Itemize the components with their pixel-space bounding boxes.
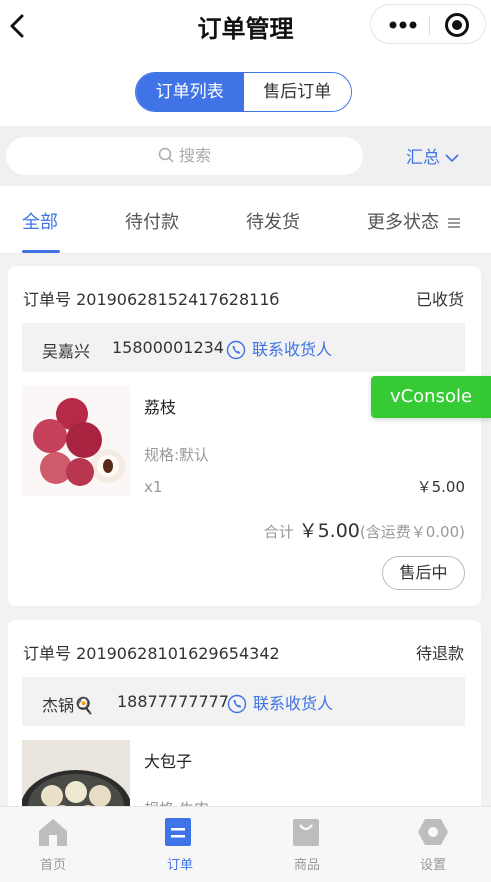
- product-image-lychee: [22, 386, 130, 496]
- home-icon: [39, 819, 67, 846]
- contact-receiver-link[interactable]: 联系收货人: [226, 336, 332, 361]
- aftersale-button[interactable]: 售后中: [382, 556, 465, 590]
- search-input[interactable]: 搜索: [6, 137, 363, 175]
- tab-more-status-label: 更多状态: [367, 212, 439, 233]
- total-label: 合计: [263, 523, 294, 541]
- tabbar-label: 商品: [293, 858, 320, 873]
- tabbar-item-products[interactable]: 商品: [246, 807, 368, 882]
- tab-pending-shipment[interactable]: 待发货: [246, 208, 300, 234]
- contact-receiver-link[interactable]: 联系收货人: [227, 690, 333, 715]
- tabbar-label: 首页: [39, 858, 66, 873]
- search-placeholder: 搜索: [179, 146, 212, 165]
- segment-area: 订单列表 售后订单: [0, 52, 491, 126]
- phone-icon: [226, 340, 246, 359]
- product-name: 荔枝: [144, 398, 177, 417]
- mini-program-capsule: [370, 4, 486, 44]
- order-number: 订单号 2019062815241762811б: [23, 290, 280, 309]
- product-spec: 规格:默认: [144, 446, 210, 464]
- receiver-phone: 18877777777: [117, 692, 229, 711]
- order-card[interactable]: 订单号 20190628101629654342 待退款 杰锅🍳 1887777…: [8, 620, 481, 820]
- nav-bar: 订单管理: [0, 0, 491, 52]
- order-total: 合计 ￥5.00(含运费￥0.00): [264, 516, 465, 543]
- segment-aftersale-orders[interactable]: 售后订单: [243, 73, 351, 111]
- search-area: 搜索 汇总: [0, 126, 491, 186]
- more-dots-icon[interactable]: [389, 21, 417, 29]
- contact-receiver-label: 联系收货人: [253, 694, 334, 713]
- summary-label: 汇总: [406, 148, 440, 168]
- receiver-row: 吴嘉兴 15800001234 联系收货人: [22, 323, 465, 372]
- capsule-divider: [429, 15, 430, 35]
- tabbar-item-settings[interactable]: 设置: [372, 807, 491, 882]
- tabbar-label: 订单: [166, 858, 193, 873]
- tabbar-item-home[interactable]: 首页: [0, 807, 114, 882]
- search-icon: [158, 147, 174, 163]
- vconsole-button[interactable]: vConsole: [371, 376, 491, 418]
- tab-pending-payment[interactable]: 待付款: [125, 208, 179, 234]
- receiver-name: 杰锅🍳: [42, 696, 94, 715]
- tabbar-item-orders[interactable]: 订单: [119, 807, 241, 882]
- menu-icon: [448, 218, 460, 228]
- segment-control: 订单列表 售后订单: [135, 72, 352, 112]
- phone-icon: [227, 694, 247, 713]
- segment-order-list[interactable]: 订单列表: [136, 73, 244, 111]
- order-number: 订单号 20190628101629654342: [23, 644, 280, 663]
- active-tab-indicator: [22, 250, 60, 253]
- receiver-row: 杰锅🍳 18877777777 联系收货人: [22, 677, 465, 726]
- product-quantity: x1: [144, 478, 163, 496]
- contact-receiver-label: 联系收货人: [252, 340, 333, 359]
- order-status: 已收货: [415, 290, 464, 309]
- order-card[interactable]: 订单号 2019062815241762811б 已收货 吴嘉兴 1580000…: [8, 266, 481, 606]
- settings-icon: [418, 819, 448, 845]
- total-amount: ￥5.00: [298, 520, 360, 542]
- shopping-bag-icon: [293, 819, 319, 846]
- total-note: (含运费￥0.00): [359, 523, 465, 541]
- summary-dropdown[interactable]: 汇总: [406, 143, 460, 168]
- tab-all[interactable]: 全部: [22, 208, 58, 234]
- tab-more-status[interactable]: 更多状态: [367, 208, 461, 234]
- orders-icon: [165, 818, 191, 846]
- tabbar-label: 设置: [419, 858, 446, 873]
- chevron-down-icon: [445, 154, 459, 163]
- product-name: 大包子: [144, 752, 193, 771]
- target-close-icon[interactable]: [445, 13, 469, 37]
- bottom-tab-bar: 首页 订单 商品 设置: [0, 806, 491, 882]
- status-tabs: 全部 待付款 待发货 更多状态: [0, 186, 491, 254]
- product-price: ￥5.00: [416, 478, 465, 496]
- receiver-name: 吴嘉兴: [42, 342, 91, 361]
- order-status: 待退款: [415, 644, 464, 663]
- receiver-phone: 15800001234: [112, 338, 224, 357]
